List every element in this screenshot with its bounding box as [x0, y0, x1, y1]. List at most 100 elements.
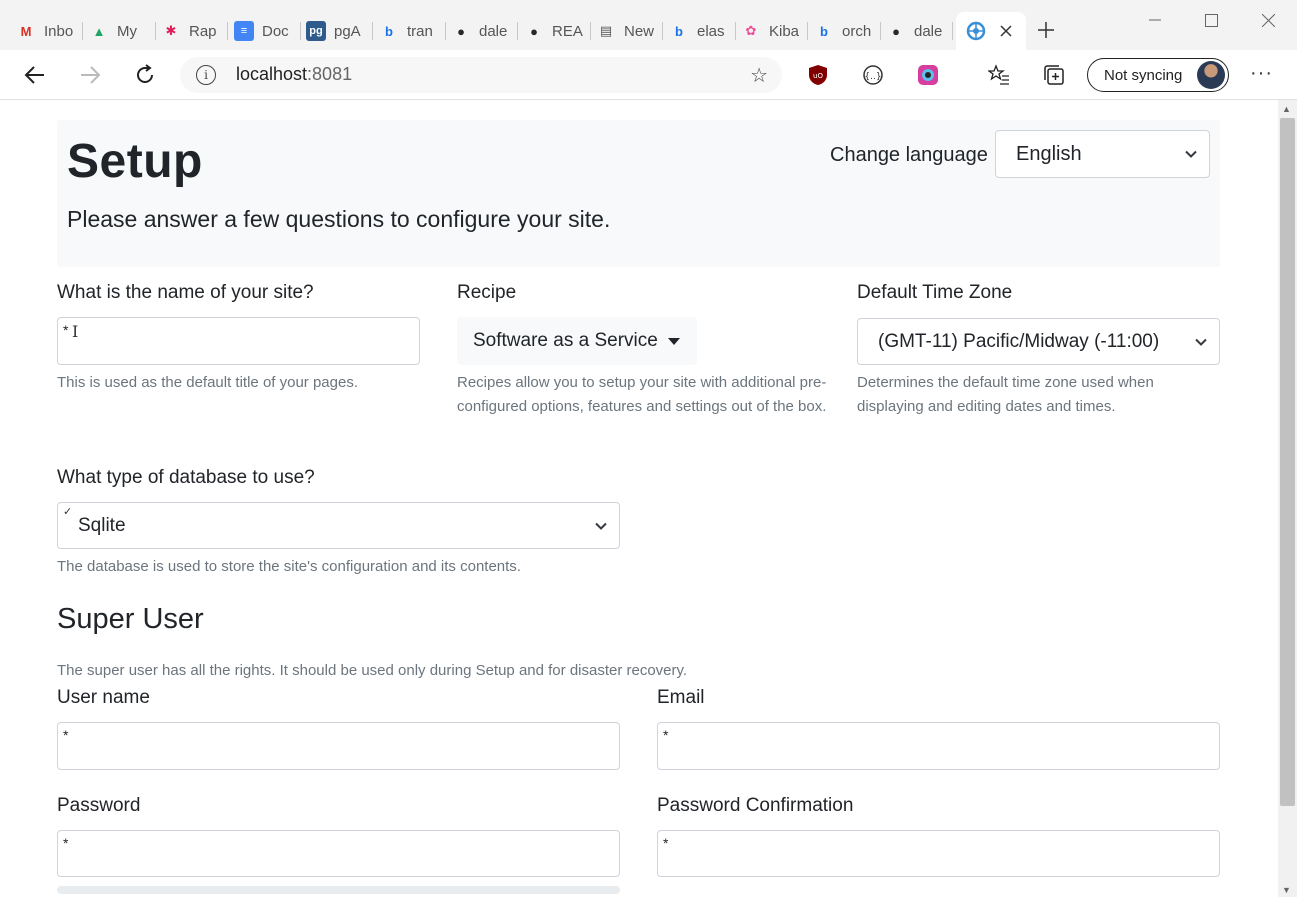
scroll-down-arrow-icon[interactable]: ▼ [1282, 885, 1291, 895]
timezone-select[interactable]: (GMT-11) Pacific/Midway (-11:00) [857, 318, 1220, 365]
site-name-input[interactable]: * I [57, 317, 420, 365]
database-select[interactable]: ✓ Sqlite [57, 502, 620, 549]
password-confirm-input[interactable]: * [657, 830, 1220, 877]
color-picker-icon[interactable] [916, 63, 940, 87]
tab-8[interactable]: ▤ New [596, 14, 658, 48]
scroll-up-arrow-icon[interactable]: ▲ [1282, 104, 1291, 114]
password-label: Password [57, 795, 141, 816]
language-value: English [1016, 142, 1082, 165]
required-marker: * [663, 727, 669, 743]
text-cursor-icon: I [72, 322, 79, 341]
newspaper-icon: ▤ [599, 23, 613, 38]
timezone-label: Default Time Zone [857, 282, 1013, 303]
super-user-heading: Super User [57, 603, 204, 635]
required-marker: * [63, 727, 69, 743]
recipe-help: Recipes allow you to setup your site wit… [457, 374, 827, 415]
json-viewer-icon[interactable]: {..} [861, 63, 885, 87]
pgadmin-icon: pg [306, 21, 326, 41]
chevron-down-icon [1185, 150, 1197, 158]
bing-icon: b [385, 23, 393, 39]
tab-7[interactable]: ● REA [524, 14, 586, 48]
close-window-icon[interactable] [1256, 8, 1280, 32]
chevron-down-icon [1195, 338, 1207, 346]
language-select[interactable]: English [995, 130, 1210, 178]
tab-separator [227, 22, 228, 40]
tab-separator [82, 22, 83, 40]
recipe-value: Software as a Service [473, 330, 658, 351]
kibana-icon: ✿ [745, 23, 757, 38]
tab-9[interactable]: b elas [669, 14, 731, 48]
tab-label: Doc [262, 22, 289, 40]
tab-12[interactable]: ● dale [886, 14, 948, 48]
tab-label: dale [479, 22, 508, 40]
timezone-help: Determines the default time zone used wh… [857, 374, 1154, 415]
tab-1[interactable]: ▲ My [89, 14, 151, 48]
tab-0[interactable]: M Inbo [16, 14, 78, 48]
username-input[interactable]: * [57, 722, 620, 770]
back-arrow-icon[interactable] [22, 62, 48, 88]
tab-label: orch [842, 22, 872, 40]
url-text[interactable]: localhost:8081 [236, 64, 352, 85]
github-icon: ● [530, 23, 538, 39]
tab-label: elas [697, 22, 725, 40]
address-bar[interactable]: i localhost:8081 ☆ [180, 57, 782, 93]
svg-text:uO: uO [813, 72, 823, 80]
tab-4[interactable]: pg pgA [306, 14, 368, 48]
bing-icon: b [675, 23, 683, 39]
favorite-star-icon[interactable]: ☆ [750, 63, 768, 88]
tab-separator [445, 22, 446, 40]
tab-separator [300, 22, 301, 40]
github-icon: ● [457, 23, 465, 39]
tab-10[interactable]: ✿ Kiba [741, 14, 803, 48]
collections-icon[interactable] [1042, 63, 1066, 87]
tab-11[interactable]: b orch [814, 14, 876, 48]
maximize-icon[interactable] [1199, 8, 1223, 32]
tab-separator [807, 22, 808, 40]
refresh-icon[interactable] [132, 62, 158, 88]
scroll-thumb[interactable] [1280, 118, 1295, 806]
tab-label: dale [914, 22, 943, 40]
database-value: Sqlite [78, 514, 126, 536]
tab-label: tran [407, 22, 433, 40]
minimize-icon[interactable] [1143, 8, 1167, 32]
tab-label: My [117, 22, 137, 40]
password-confirm-label: Password Confirmation [657, 795, 854, 816]
tab-separator [735, 22, 736, 40]
tab-separator [952, 22, 953, 40]
recipe-label: Recipe [457, 282, 517, 303]
tab-3[interactable]: ≡ Doc [234, 14, 296, 48]
tab-6[interactable]: ● dale [451, 14, 513, 48]
tab-label: REA [552, 22, 583, 40]
favorites-icon[interactable] [987, 63, 1011, 87]
username-label: User name [57, 687, 150, 708]
tab-5[interactable]: b tran [379, 14, 441, 48]
site-info-icon[interactable]: i [196, 65, 216, 85]
required-marker: * [63, 835, 69, 851]
recipe-dropdown-button[interactable]: Software as a Service [457, 317, 697, 365]
site-name-label: What is the name of your site? [57, 282, 314, 303]
change-language-label: Change language [830, 144, 988, 166]
valid-check-icon: ✓ [63, 506, 73, 518]
profile-sync-button[interactable]: Not syncing [1087, 58, 1229, 92]
tab-label: Inbo [44, 22, 74, 40]
tab-label: New [624, 22, 655, 40]
page-scrollbar[interactable]: ▲ ▼ [1278, 100, 1297, 897]
google-docs-icon: ≡ [234, 21, 254, 41]
email-input[interactable]: * [657, 722, 1220, 770]
database-help: The database is used to store the site's… [57, 558, 521, 575]
tab-label: Kiba [769, 22, 800, 40]
more-menu-icon[interactable]: ··· [1250, 62, 1273, 85]
super-user-help: The super user has all the rights. It sh… [57, 662, 688, 679]
tab-2[interactable]: ✱ Rap [161, 14, 223, 48]
avatar [1197, 61, 1225, 89]
site-name-help: This is used as the default title of you… [57, 374, 359, 391]
ublock-icon[interactable]: uO [806, 63, 830, 87]
new-tab-button[interactable] [1034, 18, 1058, 42]
setup-header: Setup Please answer a few questions to c… [57, 120, 1220, 267]
password-input[interactable]: * [57, 830, 620, 877]
tab-separator [662, 22, 663, 40]
tab-separator [880, 22, 881, 40]
tab-label: Rap [189, 22, 217, 40]
close-tab-icon[interactable] [995, 20, 1017, 42]
email-label: Email [657, 687, 705, 708]
